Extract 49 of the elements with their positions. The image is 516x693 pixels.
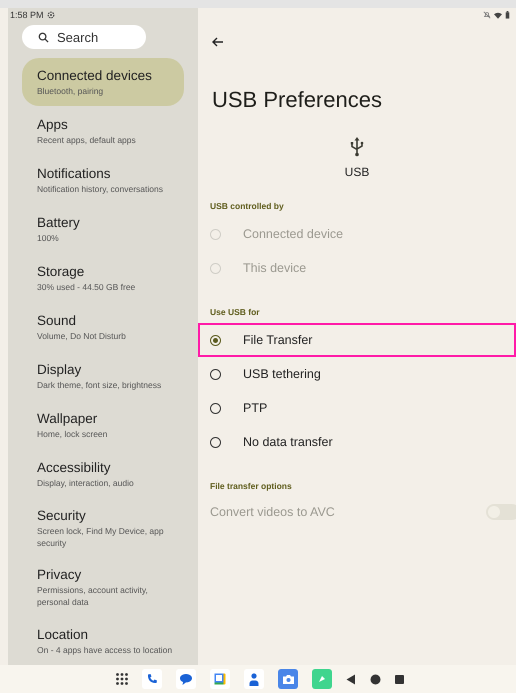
section-header: File transfer options — [209, 480, 293, 493]
status-time: 1:58 PM — [10, 10, 44, 20]
sidebar-item[interactable]: Apps Recent apps, default apps — [22, 107, 184, 155]
sidebar-item[interactable]: Location On - 4 apps have access to location — [22, 617, 184, 665]
sidebar-item[interactable]: Display Dark theme, font size, brightness — [22, 352, 184, 400]
sidebar-item[interactable]: Notifications Notification history, conversations — [22, 156, 184, 204]
radio-button[interactable] — [210, 436, 221, 448]
option-label: USB tethering — [243, 367, 321, 381]
person-icon[interactable] — [244, 669, 264, 689]
app-grid-icon[interactable] — [116, 673, 128, 685]
notifications-off-icon — [483, 11, 491, 19]
back-icon[interactable] — [346, 674, 356, 684]
sidebar-item[interactable]: Privacy Permissions, account activity, personal data — [22, 558, 184, 616]
settings-icon — [46, 10, 55, 19]
usb-icon — [350, 137, 364, 157]
sidebar-item[interactable]: Wallpaper Home, lock screen — [22, 401, 184, 449]
phone-icon[interactable] — [142, 669, 162, 689]
option-label: No data transfer — [243, 435, 333, 449]
usb-label: USB — [344, 165, 370, 179]
option-label: PTP — [243, 401, 268, 415]
sidebar-item[interactable]: Storage 30% used - 44.50 GB free — [22, 254, 184, 302]
radio-option[interactable]: USB tethering — [198, 357, 516, 391]
camera-icon[interactable] — [278, 669, 298, 689]
radio-button[interactable] — [210, 368, 221, 380]
option-label: This device — [243, 261, 306, 275]
search-field[interactable]: Search — [22, 25, 146, 49]
radio-option[interactable]: PTP — [198, 391, 516, 425]
radio-option[interactable]: No data transfer — [198, 425, 516, 459]
wifi-icon — [494, 12, 502, 18]
option-label: File Transfer — [243, 333, 312, 347]
search-icon — [38, 32, 49, 43]
radio-button[interactable] — [210, 402, 221, 414]
home-icon[interactable] — [370, 674, 381, 684]
sidebar-item[interactable]: Sound Volume, Do Not Disturb — [22, 303, 184, 351]
sidebar-item[interactable]: Battery 100% — [22, 205, 184, 253]
sidebar-item[interactable]: Connected devices Bluetooth, pairing — [22, 58, 184, 106]
sidebar-item[interactable]: Accessibility Display, interaction, audio — [22, 450, 184, 498]
sidebar-item[interactable]: Security Screen lock, Find My Device, app security — [22, 499, 184, 557]
section-header: USB controlled by — [209, 200, 285, 213]
recent-apps-icon[interactable] — [395, 674, 404, 684]
option-label: Connected device — [243, 227, 344, 241]
calendar-icon[interactable] — [210, 669, 230, 689]
page-title: USB Preferences — [212, 87, 383, 113]
highlighted-radio-option[interactable]: File Transfer — [198, 323, 516, 357]
radio-button[interactable] — [210, 334, 221, 346]
section-header: Use USB for — [209, 306, 261, 319]
option-label: Convert videos to AVC — [210, 505, 335, 519]
battery-icon — [505, 11, 510, 19]
chat-bubble-icon[interactable] — [176, 669, 196, 689]
